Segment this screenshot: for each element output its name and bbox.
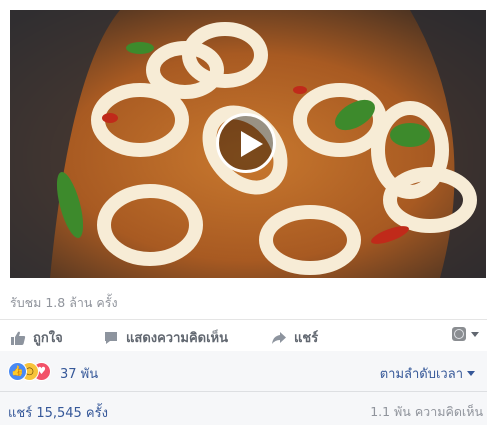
comment-button[interactable]: แสดงความคิดเห็น bbox=[103, 327, 228, 348]
play-button[interactable] bbox=[216, 113, 276, 173]
sort-label: ตามลำดับเวลา bbox=[379, 367, 463, 382]
reactions-summary: 👍 ○ ♥ 37 พัน ตามลำดับเวลา bbox=[0, 351, 487, 391]
divider bbox=[0, 319, 487, 320]
action-bar: ถูกใจ แสดงความคิดเห็น แชร์ bbox=[0, 321, 497, 351]
audience-selector[interactable] bbox=[452, 327, 479, 341]
comment-count[interactable]: 1.1 พัน ความคิดเห็น bbox=[370, 402, 483, 422]
share-label: แชร์ bbox=[294, 331, 319, 346]
chevron-down-icon bbox=[471, 331, 479, 337]
view-count: รับชม 1.8 ล้าน ครั้ง bbox=[10, 295, 118, 310]
share-count[interactable]: แชร์ 15,545 ครั้ง bbox=[8, 402, 108, 423]
share-button[interactable]: แชร์ bbox=[271, 327, 318, 348]
like-reaction-icon: 👍 bbox=[8, 362, 27, 381]
play-icon bbox=[241, 131, 263, 157]
comment-label: แสดงความคิดเห็น bbox=[126, 331, 229, 346]
share-arrow-icon bbox=[272, 331, 286, 344]
video-player[interactable] bbox=[10, 10, 486, 278]
reaction-count[interactable]: 37 พัน bbox=[60, 363, 98, 384]
thumbs-up-icon bbox=[11, 331, 26, 345]
chevron-down-icon bbox=[467, 371, 475, 376]
comment-sort-dropdown[interactable]: ตามลำดับเวลา bbox=[380, 363, 475, 384]
like-button[interactable]: ถูกใจ bbox=[10, 327, 63, 348]
like-label: ถูกใจ bbox=[33, 331, 63, 346]
shares-summary: แชร์ 15,545 ครั้ง 1.1 พัน ความคิดเห็น bbox=[0, 392, 487, 425]
comment-icon bbox=[105, 331, 117, 344]
globe-icon bbox=[452, 327, 466, 341]
